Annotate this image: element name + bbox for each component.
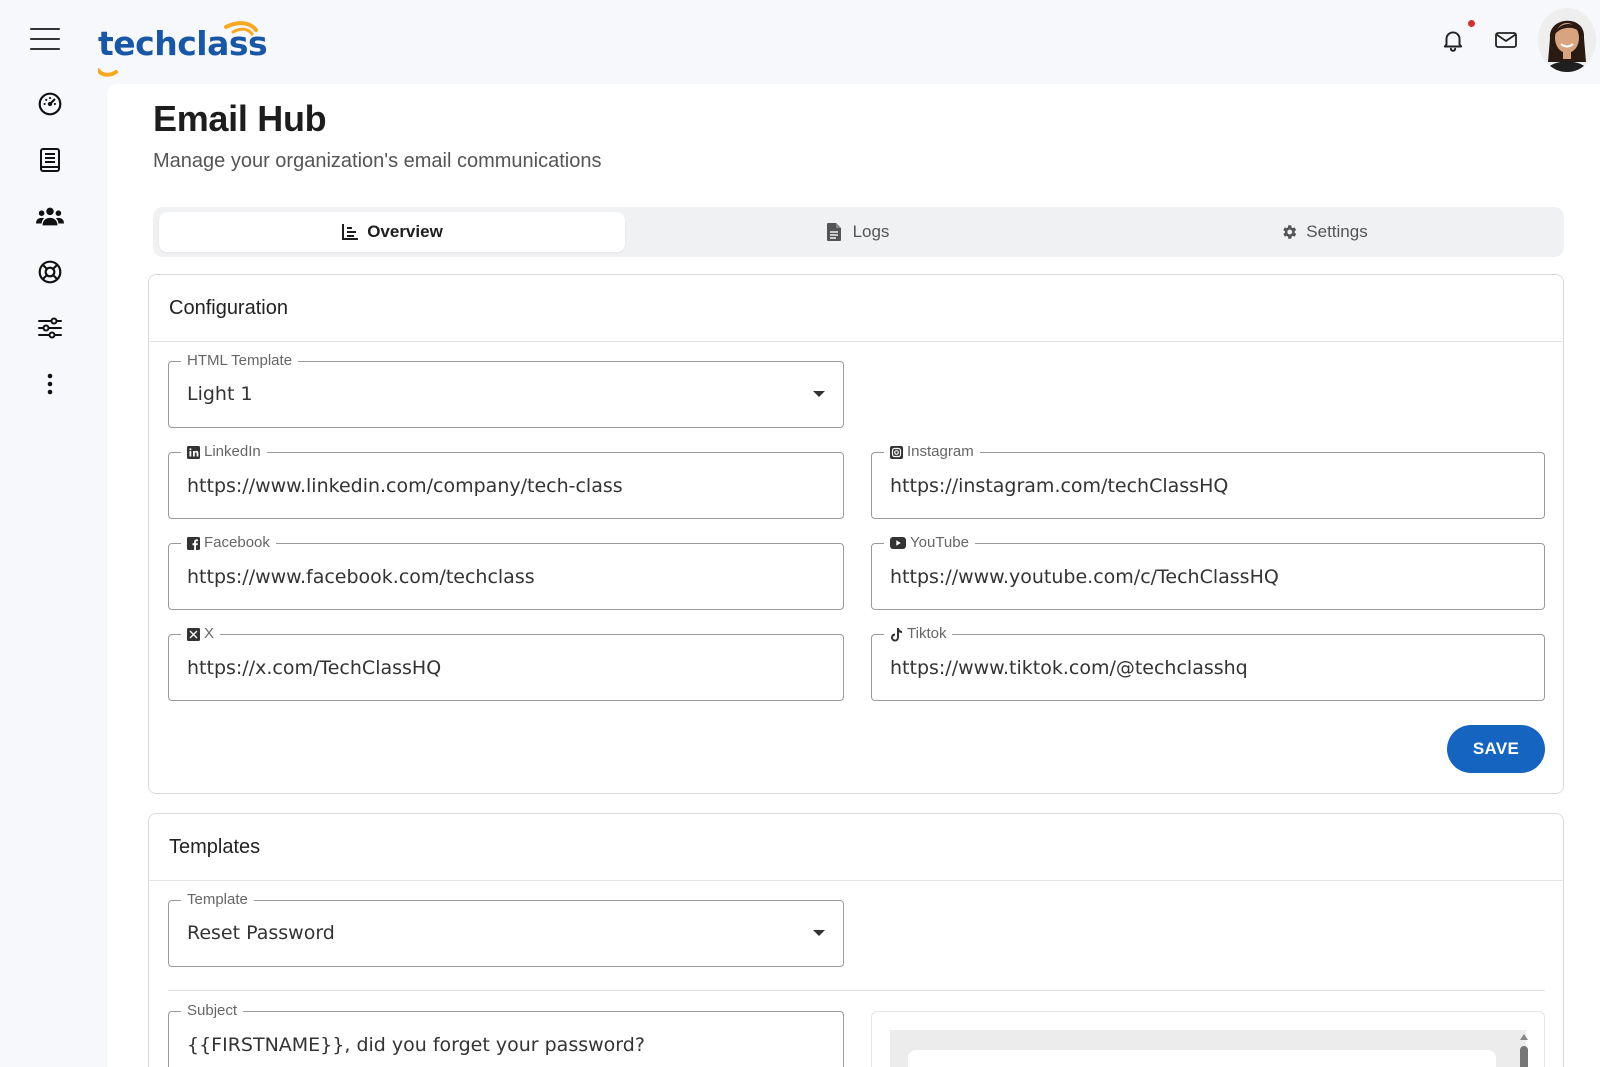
sidebar xyxy=(0,82,104,1067)
top-bar: techclass xyxy=(0,0,1600,82)
instagram-field: Instagram xyxy=(871,443,1545,519)
page-title: Email Hub xyxy=(153,98,327,139)
tab-settings[interactable]: Settings xyxy=(1091,212,1557,252)
sidebar-item-users[interactable] xyxy=(36,202,64,230)
main-content: Email Hub Manage your organization's ema… xyxy=(107,84,1600,1067)
save-button[interactable]: SAVE xyxy=(1447,725,1545,773)
x-field: X xyxy=(168,625,844,701)
subject-input[interactable] xyxy=(187,1012,825,1067)
linkedin-input[interactable] xyxy=(187,453,825,518)
sliders-icon xyxy=(38,317,62,339)
x-input[interactable] xyxy=(187,635,825,700)
sidebar-item-support[interactable] xyxy=(36,258,64,286)
facebook-input[interactable] xyxy=(187,544,825,609)
lifebuoy-icon xyxy=(38,260,62,284)
hamburger-menu-icon[interactable] xyxy=(30,28,60,52)
user-avatar[interactable] xyxy=(1538,8,1596,72)
subject-field: Subject xyxy=(168,1002,844,1067)
youtube-input[interactable] xyxy=(890,544,1526,609)
bell-icon[interactable] xyxy=(1440,27,1466,53)
template-select[interactable]: Template Reset Password xyxy=(168,891,844,967)
dropdown-arrow-icon xyxy=(813,391,825,397)
tiktok-field: Tiktok xyxy=(871,625,1545,701)
sidebar-item-courses[interactable] xyxy=(36,146,64,174)
dropdown-arrow-icon xyxy=(813,930,825,936)
templates-title: Templates xyxy=(149,814,1563,881)
file-icon xyxy=(826,223,845,241)
tab-logs-label: Logs xyxy=(852,222,890,241)
configuration-title: Configuration xyxy=(149,275,1563,342)
mail-icon[interactable] xyxy=(1494,30,1518,50)
tiktok-input[interactable] xyxy=(890,635,1526,700)
html-template-value: Light 1 xyxy=(187,383,253,405)
tab-settings-label: Settings xyxy=(1306,222,1368,241)
sidebar-item-dashboard[interactable] xyxy=(36,90,64,118)
tab-logs[interactable]: Logs xyxy=(625,212,1091,252)
users-group-icon xyxy=(36,207,64,226)
templates-card: Templates Template Reset Password Subjec… xyxy=(148,813,1564,1067)
html-template-select[interactable]: HTML Template Light 1 xyxy=(168,352,844,428)
tab-overview-label: Overview xyxy=(367,222,443,241)
chart-icon xyxy=(341,223,359,241)
preview-scrollbar-thumb[interactable] xyxy=(1520,1046,1528,1067)
logo-text: techclass xyxy=(98,24,268,63)
sidebar-item-more[interactable] xyxy=(36,370,64,398)
email-preview-canvas xyxy=(890,1030,1526,1067)
tab-bar: Overview Logs Settings xyxy=(153,207,1564,257)
sidebar-item-settings[interactable] xyxy=(36,314,64,342)
linkedin-field: LinkedIn xyxy=(168,443,844,519)
dashboard-gauge-icon xyxy=(38,92,62,116)
youtube-field: YouTube xyxy=(871,534,1545,610)
gear-icon xyxy=(1280,223,1298,241)
section-divider xyxy=(168,990,1545,991)
more-vertical-icon xyxy=(47,373,53,395)
notification-dot xyxy=(1468,20,1475,27)
techclass-logo[interactable]: techclass xyxy=(98,18,268,77)
configuration-card: Configuration HTML Template Light 1 Link… xyxy=(148,274,1564,794)
instagram-input[interactable] xyxy=(890,453,1526,518)
scroll-up-arrow-icon[interactable] xyxy=(1520,1034,1528,1040)
facebook-field: Facebook xyxy=(168,534,844,610)
email-preview-card xyxy=(908,1050,1496,1067)
page-subtitle: Manage your organization's email communi… xyxy=(153,150,602,172)
book-icon xyxy=(40,148,60,172)
tab-overview[interactable]: Overview xyxy=(159,212,625,252)
email-preview-pane[interactable] xyxy=(871,1011,1545,1067)
template-value: Reset Password xyxy=(187,922,335,944)
